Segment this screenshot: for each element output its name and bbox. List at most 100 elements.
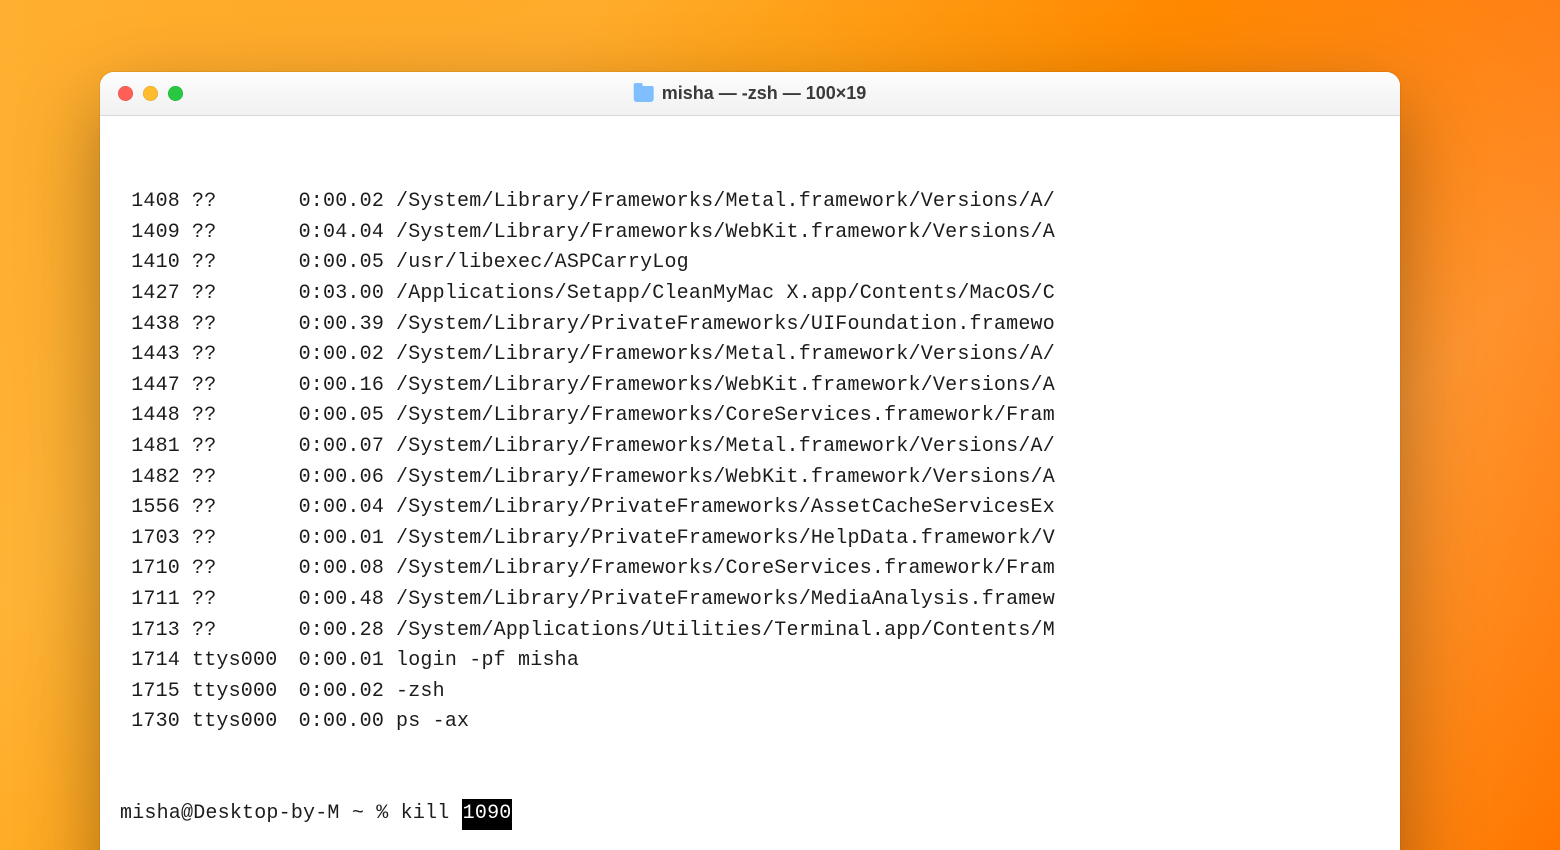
process-row: 1703??0:00.01/System/Library/PrivateFram…: [120, 524, 1380, 555]
process-cmd: -zsh: [396, 677, 445, 708]
process-time: 0:00.39: [288, 310, 384, 341]
process-cmd: /usr/libexec/ASPCarryLog: [396, 248, 689, 279]
process-pid: 1710: [120, 554, 180, 585]
terminal-output[interactable]: 1408??0:00.02/System/Library/Frameworks/…: [100, 116, 1400, 850]
prompt-selected-arg[interactable]: 1090: [462, 799, 513, 830]
process-time: 0:00.08: [288, 554, 384, 585]
process-time: 0:00.28: [288, 616, 384, 647]
process-cmd: /System/Library/Frameworks/Metal.framewo…: [396, 432, 1055, 463]
process-row: 1714 ttys0000:00.01 login -pf misha: [120, 646, 1380, 677]
process-cmd: /System/Library/PrivateFrameworks/HelpDa…: [396, 524, 1055, 555]
process-row: 1408??0:00.02/System/Library/Frameworks/…: [120, 187, 1380, 218]
process-time: 0:00.01: [288, 524, 384, 555]
process-row: 1410??0:00.05/usr/libexec/ASPCarryLog: [120, 248, 1380, 279]
process-row: 1711??0:00.48/System/Library/PrivateFram…: [120, 585, 1380, 616]
process-pid: 1556: [120, 493, 180, 524]
process-time: 0:00.05: [288, 248, 384, 279]
process-time: 0:00.04: [288, 493, 384, 524]
process-row: 1438??0:00.39/System/Library/PrivateFram…: [120, 310, 1380, 341]
process-row: 1556??0:00.04/System/Library/PrivateFram…: [120, 493, 1380, 524]
process-pid: 1410: [120, 248, 180, 279]
process-time: 0:00.00: [288, 707, 384, 738]
process-tty: ttys000: [192, 677, 288, 708]
process-time: 0:00.48: [288, 585, 384, 616]
process-pid: 1481: [120, 432, 180, 463]
process-cmd: /System/Applications/Utilities/Terminal.…: [396, 616, 1055, 647]
process-tty: ttys000: [192, 646, 288, 677]
process-time: 0:00.01: [288, 646, 384, 677]
process-row: 1448??0:00.05/System/Library/Frameworks/…: [120, 401, 1380, 432]
process-time: 0:03.00: [288, 279, 384, 310]
process-tty: ??: [192, 401, 288, 432]
process-tty: ??: [192, 432, 288, 463]
process-cmd: /System/Library/Frameworks/Metal.framewo…: [396, 340, 1055, 371]
prompt-line[interactable]: misha@Desktop-by-M ~ % kill 1090: [120, 799, 1380, 830]
process-tty: ??: [192, 463, 288, 494]
window-title: misha — -zsh — 100×19: [634, 83, 867, 104]
process-pid: 1408: [120, 187, 180, 218]
process-time: 0:00.16: [288, 371, 384, 402]
process-tty: ??: [192, 279, 288, 310]
process-tty: ??: [192, 340, 288, 371]
terminal-window: misha — -zsh — 100×19 1408??0:00.02/Syst…: [100, 72, 1400, 850]
process-pid: 1714: [120, 646, 180, 677]
process-row: 1443??0:00.02/System/Library/Frameworks/…: [120, 340, 1380, 371]
process-row: 1409??0:04.04/System/Library/Frameworks/…: [120, 218, 1380, 249]
process-pid: 1447: [120, 371, 180, 402]
process-cmd: /System/Library/Frameworks/WebKit.framew…: [396, 218, 1055, 249]
process-pid: 1703: [120, 524, 180, 555]
process-time: 0:00.02: [288, 340, 384, 371]
process-row: 1482??0:00.06/System/Library/Frameworks/…: [120, 463, 1380, 494]
process-cmd: /System/Library/Frameworks/CoreServices.…: [396, 554, 1055, 585]
process-cmd: /System/Library/Frameworks/Metal.framewo…: [396, 187, 1055, 218]
process-pid: 1482: [120, 463, 180, 494]
process-cmd: ps -ax: [396, 707, 469, 738]
process-tty: ??: [192, 493, 288, 524]
titlebar[interactable]: misha — -zsh — 100×19: [100, 72, 1400, 116]
process-time: 0:04.04: [288, 218, 384, 249]
process-pid: 1443: [120, 340, 180, 371]
process-tty: ??: [192, 554, 288, 585]
process-row: 1481??0:00.07/System/Library/Frameworks/…: [120, 432, 1380, 463]
process-tty: ??: [192, 310, 288, 341]
process-pid: 1448: [120, 401, 180, 432]
process-tty: ??: [192, 585, 288, 616]
process-pid: 1730: [120, 707, 180, 738]
zoom-button[interactable]: [168, 86, 183, 101]
process-row: 1447??0:00.16/System/Library/Frameworks/…: [120, 371, 1380, 402]
process-tty: ??: [192, 371, 288, 402]
process-tty: ??: [192, 218, 288, 249]
process-row: 1715 ttys0000:00.02 -zsh: [120, 677, 1380, 708]
traffic-lights: [118, 86, 183, 101]
prompt-prefix: misha@Desktop-by-M ~ %: [120, 799, 401, 830]
process-row: 1713??0:00.28/System/Applications/Utilit…: [120, 616, 1380, 647]
process-cmd: login -pf misha: [396, 646, 579, 677]
process-time: 0:00.05: [288, 401, 384, 432]
process-tty: ttys000: [192, 707, 288, 738]
process-pid: 1438: [120, 310, 180, 341]
process-tty: ??: [192, 616, 288, 647]
process-time: 0:00.02: [288, 677, 384, 708]
process-pid: 1711: [120, 585, 180, 616]
process-list: 1408??0:00.02/System/Library/Frameworks/…: [120, 187, 1380, 738]
process-row: 1710??0:00.08/System/Library/Frameworks/…: [120, 554, 1380, 585]
process-cmd: /Applications/Setapp/CleanMyMac X.app/Co…: [396, 279, 1055, 310]
minimize-button[interactable]: [143, 86, 158, 101]
prompt-command: kill: [401, 799, 462, 830]
process-cmd: /System/Library/PrivateFrameworks/UIFoun…: [396, 310, 1055, 341]
process-time: 0:00.02: [288, 187, 384, 218]
window-title-text: misha — -zsh — 100×19: [662, 83, 867, 104]
close-button[interactable]: [118, 86, 133, 101]
process-pid: 1409: [120, 218, 180, 249]
process-pid: 1713: [120, 616, 180, 647]
folder-icon: [634, 86, 654, 102]
process-tty: ??: [192, 524, 288, 555]
process-tty: ??: [192, 248, 288, 279]
process-cmd: /System/Library/Frameworks/WebKit.framew…: [396, 371, 1055, 402]
process-cmd: /System/Library/Frameworks/CoreServices.…: [396, 401, 1055, 432]
process-row: 1730 ttys0000:00.00 ps -ax: [120, 707, 1380, 738]
process-row: 1427??0:03.00/Applications/Setapp/CleanM…: [120, 279, 1380, 310]
process-cmd: /System/Library/PrivateFrameworks/AssetC…: [396, 493, 1055, 524]
process-cmd: /System/Library/PrivateFrameworks/MediaA…: [396, 585, 1055, 616]
process-pid: 1715: [120, 677, 180, 708]
